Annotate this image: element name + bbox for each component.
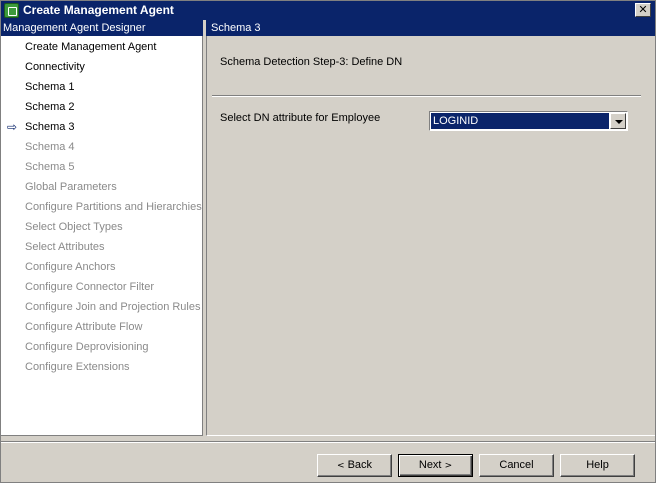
step-select-object-types: Select Object Types <box>25 221 123 233</box>
step-configure-deprovisioning: Configure Deprovisioning <box>25 341 149 353</box>
step-schema-4: Schema 4 <box>25 141 75 153</box>
step-schema-3[interactable]: Schema 3 <box>25 121 75 135</box>
back-button[interactable]: < Back <box>317 454 392 477</box>
left-panel-header: Management Agent Designer <box>1 20 203 36</box>
window-title: Create Management Agent <box>23 3 174 17</box>
back-button-label: Back <box>347 459 373 471</box>
step-create-management-agent[interactable]: Create Management Agent <box>25 41 156 55</box>
step-configure-extensions: Configure Extensions <box>25 361 130 373</box>
current-step-arrow-icon: ⇨ <box>7 120 18 134</box>
schema-3-page: Schema Detection Step-3: Define DN Selec… <box>206 36 655 436</box>
help-button[interactable]: Help <box>560 454 635 477</box>
section-divider <box>212 95 641 97</box>
create-management-agent-window: Create Management Agent ✕ Management Age… <box>0 0 656 483</box>
next-chevron-icon: > <box>444 461 453 471</box>
step-configure-join-projection: Configure Join and Projection Rules <box>25 301 201 313</box>
step-select-attributes: Select Attributes <box>25 241 105 253</box>
step-schema-1[interactable]: Schema 1 <box>25 81 75 95</box>
step-schema-2[interactable]: Schema 2 <box>25 101 75 115</box>
step-connectivity[interactable]: Connectivity <box>25 61 85 75</box>
close-button[interactable]: ✕ <box>635 3 651 17</box>
app-icon <box>4 3 19 18</box>
step-schema-5: Schema 5 <box>25 161 75 173</box>
next-button[interactable]: Next > <box>398 454 473 477</box>
chevron-down-icon[interactable] <box>610 113 626 129</box>
step-title: Schema Detection Step-3: Define DN <box>220 56 403 68</box>
next-button-label: Next <box>418 459 442 471</box>
wizard-steps-list: ⇨ Create Management Agent Connectivity S… <box>1 36 203 436</box>
dn-attribute-label: Select DN attribute for Employee <box>220 112 381 124</box>
dn-attribute-select[interactable]: LOGINID <box>429 111 628 131</box>
step-configure-anchors: Configure Anchors <box>25 261 116 273</box>
dn-attribute-selected-value[interactable]: LOGINID <box>431 113 609 129</box>
step-configure-connector-filter: Configure Connector Filter <box>25 281 155 293</box>
step-configure-attribute-flow: Configure Attribute Flow <box>25 321 143 333</box>
cancel-button[interactable]: Cancel <box>479 454 554 477</box>
button-area-divider <box>1 441 655 443</box>
title-bar[interactable]: Create Management Agent ✕ <box>1 1 655 20</box>
step-global-parameters: Global Parameters <box>25 181 117 193</box>
back-chevron-icon: < <box>336 461 345 471</box>
right-panel-header: Schema 3 <box>206 20 655 36</box>
step-configure-partitions: Configure Partitions and Hierarchies <box>25 201 202 213</box>
